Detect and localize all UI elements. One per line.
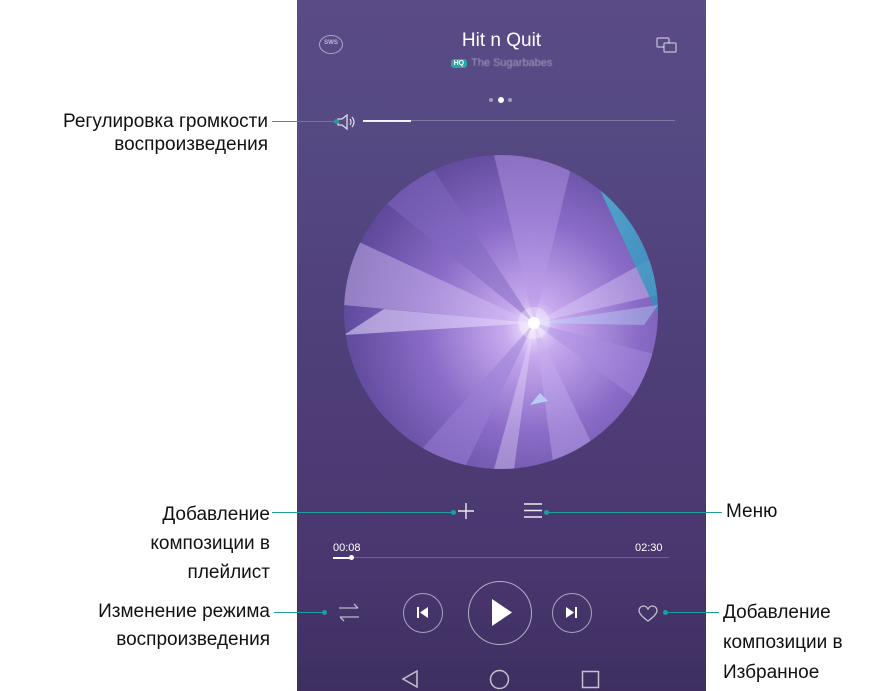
hq-badge: HQ	[450, 58, 468, 68]
progress-track[interactable]	[333, 555, 669, 560]
elapsed-time: 00:08	[333, 542, 361, 554]
previous-button[interactable]	[403, 593, 443, 633]
callout-volume-dot	[334, 119, 339, 124]
callout-favorite-line	[665, 612, 719, 614]
cast-icon[interactable]	[656, 36, 678, 54]
volume-icon[interactable]	[337, 113, 357, 131]
music-player-screen: SWS Hit n Quit HQ The Sugarbabes 00:08 0…	[297, 0, 706, 691]
callout-menu-line	[546, 512, 722, 514]
callout-volume: Регулировка громкости воспроизведения	[0, 110, 268, 156]
play-button[interactable]	[468, 581, 532, 645]
page-dot	[489, 98, 493, 102]
callout-play-mode-dot	[322, 610, 327, 615]
callout-play-mode-text: Изменение режима воспроизведения	[98, 601, 270, 650]
callout-volume-text: Регулировка громкости воспроизведения	[63, 111, 268, 155]
callout-add-playlist-line	[272, 512, 453, 514]
callout-menu-text: Меню	[726, 501, 778, 522]
nav-home-button[interactable]	[489, 669, 510, 690]
callout-menu-dot	[544, 510, 549, 515]
page-indicator	[487, 97, 517, 103]
volume-slider-track[interactable]	[363, 119, 675, 122]
artist-name: The Sugarbabes	[471, 57, 553, 69]
callout-favorite: Добавление композиции в Избранное	[723, 598, 873, 688]
callout-volume-line	[272, 121, 336, 123]
progress-thumb[interactable]	[349, 555, 354, 560]
nav-back-button[interactable]	[401, 669, 419, 689]
play-mode-button[interactable]	[338, 603, 360, 622]
callout-menu: Меню	[726, 500, 777, 523]
total-time: 02:30	[635, 542, 663, 554]
menu-button[interactable]	[523, 502, 543, 519]
add-to-playlist-button[interactable]	[457, 502, 475, 520]
callout-add-playlist: Добавление композиции в плейлист	[90, 500, 270, 587]
song-title: Hit n Quit	[461, 30, 542, 51]
callout-favorite-text: Добавление композиции в Избранное	[723, 602, 843, 683]
page-dot-active	[498, 97, 504, 103]
page-dot	[508, 98, 512, 102]
volume-slider-fill	[363, 119, 411, 122]
callout-favorite-dot	[663, 610, 668, 615]
callout-add-playlist-dot	[451, 510, 456, 515]
callout-add-playlist-text: Добавление композиции в плейлист	[150, 504, 270, 583]
favorite-button[interactable]	[638, 605, 658, 623]
nav-recent-button[interactable]	[581, 670, 600, 689]
next-button[interactable]	[552, 593, 592, 633]
album-art	[344, 155, 658, 469]
artist-row: HQ The Sugarbabes	[297, 57, 706, 69]
callout-play-mode-line	[274, 612, 324, 614]
callout-play-mode: Изменение режима воспроизведения	[0, 598, 270, 654]
